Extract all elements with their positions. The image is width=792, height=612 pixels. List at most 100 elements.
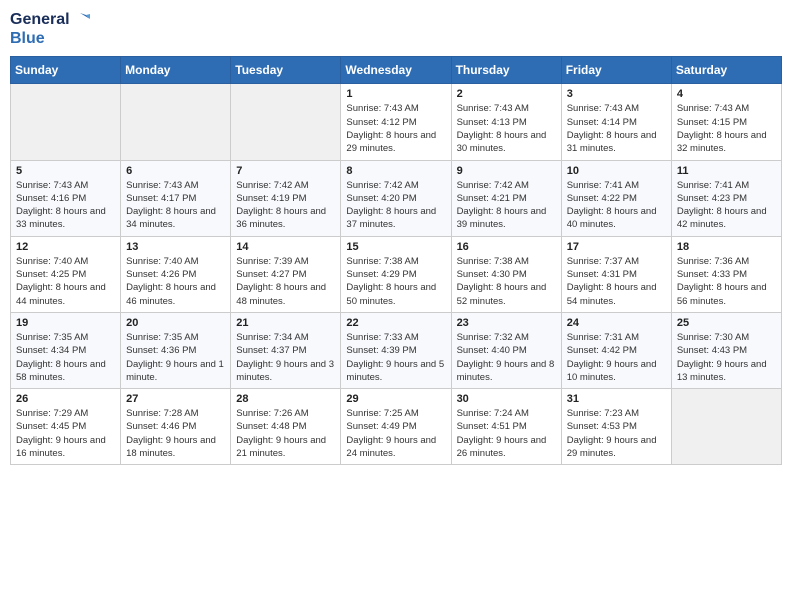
day-number: 20 (126, 317, 225, 329)
logo: General Blue (10, 10, 94, 48)
day-info: Sunrise: 7:32 AM Sunset: 4:40 PM Dayligh… (457, 331, 556, 384)
day-info: Sunrise: 7:40 AM Sunset: 4:25 PM Dayligh… (16, 255, 115, 308)
calendar-cell: 28Sunrise: 7:26 AM Sunset: 4:48 PM Dayli… (231, 389, 341, 465)
day-info: Sunrise: 7:42 AM Sunset: 4:19 PM Dayligh… (236, 179, 335, 232)
day-number: 19 (16, 317, 115, 329)
calendar-week-row: 19 Sunrise: 7:35 AM Sunset: 4:34 PM Dayli… (11, 312, 782, 388)
calendar-week-row: 12Sunrise: 7:40 AM Sunset: 4:25 PM Dayli… (11, 236, 782, 312)
weekday-header: Saturday (671, 57, 781, 84)
logo-text: General Blue (10, 10, 94, 48)
day-info: Sunrise: 7:24 AM Sunset: 4:51 PM Dayligh… (457, 407, 556, 460)
day-info: Sunrise: 7:30 AM Sunset: 4:43 PM Dayligh… (677, 331, 776, 384)
day-info: Sunrise: 7:29 AM Sunset: 4:45 PM Dayligh… (16, 407, 115, 460)
calendar-cell: 20 Sunrise: 7:35 AM Sunset: 4:36 PM Dayli… (121, 312, 231, 388)
calendar-week-row: 26 Sunrise: 7:29 AM Sunset: 4:45 PM Dayli… (11, 389, 782, 465)
weekday-header-row: SundayMondayTuesdayWednesdayThursdayFrid… (11, 57, 782, 84)
day-number: 31 (567, 393, 666, 405)
calendar-cell (11, 84, 121, 160)
day-number: 27 (126, 393, 225, 405)
calendar-cell (231, 84, 341, 160)
day-number: 30 (457, 393, 556, 405)
day-number: 3 (567, 88, 666, 100)
day-number: 21 (236, 317, 335, 329)
day-number: 14 (236, 241, 335, 253)
calendar-cell: 10 Sunrise: 7:41 AM Sunset: 4:22 PM Dayli… (561, 160, 671, 236)
calendar-cell: 12Sunrise: 7:40 AM Sunset: 4:25 PM Dayli… (11, 236, 121, 312)
calendar-cell: 8Sunrise: 7:42 AM Sunset: 4:20 PM Daylig… (341, 160, 451, 236)
day-number: 6 (126, 165, 225, 177)
day-info: Sunrise: 7:35 AM Sunset: 4:34 PM Dayligh… (16, 331, 115, 384)
calendar-cell: 18 Sunrise: 7:36 AM Sunset: 4:33 PM Dayli… (671, 236, 781, 312)
day-info: Sunrise: 7:28 AM Sunset: 4:46 PM Dayligh… (126, 407, 225, 460)
day-info: Sunrise: 7:43 AM Sunset: 4:14 PM Dayligh… (567, 102, 666, 155)
calendar-cell (121, 84, 231, 160)
calendar-cell: 9 Sunrise: 7:42 AM Sunset: 4:21 PM Daylig… (451, 160, 561, 236)
day-info: Sunrise: 7:43 AM Sunset: 4:17 PM Dayligh… (126, 179, 225, 232)
day-number: 4 (677, 88, 776, 100)
day-number: 15 (346, 241, 445, 253)
weekday-header: Monday (121, 57, 231, 84)
day-info: Sunrise: 7:31 AM Sunset: 4:42 PM Dayligh… (567, 331, 666, 384)
calendar-cell: 11 Sunrise: 7:41 AM Sunset: 4:23 PM Dayli… (671, 160, 781, 236)
day-number: 18 (677, 241, 776, 253)
calendar-cell: 7 Sunrise: 7:42 AM Sunset: 4:19 PM Daylig… (231, 160, 341, 236)
day-info: Sunrise: 7:42 AM Sunset: 4:21 PM Dayligh… (457, 179, 556, 232)
calendar-cell: 3 Sunrise: 7:43 AM Sunset: 4:14 PM Daylig… (561, 84, 671, 160)
day-number: 17 (567, 241, 666, 253)
day-info: Sunrise: 7:39 AM Sunset: 4:27 PM Dayligh… (236, 255, 335, 308)
calendar-cell: 5 Sunrise: 7:43 AM Sunset: 4:16 PM Daylig… (11, 160, 121, 236)
calendar-cell: 16 Sunrise: 7:38 AM Sunset: 4:30 PM Dayli… (451, 236, 561, 312)
day-number: 7 (236, 165, 335, 177)
day-info: Sunrise: 7:43 AM Sunset: 4:13 PM Dayligh… (457, 102, 556, 155)
day-number: 25 (677, 317, 776, 329)
weekday-header: Wednesday (341, 57, 451, 84)
day-info: Sunrise: 7:41 AM Sunset: 4:22 PM Dayligh… (567, 179, 666, 232)
calendar-cell: 14 Sunrise: 7:39 AM Sunset: 4:27 PM Dayli… (231, 236, 341, 312)
day-number: 16 (457, 241, 556, 253)
calendar-table: SundayMondayTuesdayWednesdayThursdayFrid… (10, 56, 782, 465)
day-info: Sunrise: 7:43 AM Sunset: 4:12 PM Dayligh… (346, 102, 445, 155)
day-number: 26 (16, 393, 115, 405)
day-info: Sunrise: 7:36 AM Sunset: 4:33 PM Dayligh… (677, 255, 776, 308)
calendar-cell: 22 Sunrise: 7:33 AM Sunset: 4:39 PM Dayli… (341, 312, 451, 388)
weekday-header: Tuesday (231, 57, 341, 84)
day-info: Sunrise: 7:41 AM Sunset: 4:23 PM Dayligh… (677, 179, 776, 232)
page-header: General Blue (10, 10, 782, 48)
day-number: 9 (457, 165, 556, 177)
day-number: 1 (346, 88, 445, 100)
calendar-cell: 13Sunrise: 7:40 AM Sunset: 4:26 PM Dayli… (121, 236, 231, 312)
logo-bird-icon (72, 11, 94, 29)
calendar-cell: 15Sunrise: 7:38 AM Sunset: 4:29 PM Dayli… (341, 236, 451, 312)
day-info: Sunrise: 7:43 AM Sunset: 4:16 PM Dayligh… (16, 179, 115, 232)
calendar-week-row: 1 Sunrise: 7:43 AM Sunset: 4:12 PM Daylig… (11, 84, 782, 160)
calendar-cell: 27 Sunrise: 7:28 AM Sunset: 4:46 PM Dayli… (121, 389, 231, 465)
calendar-cell: 26 Sunrise: 7:29 AM Sunset: 4:45 PM Dayli… (11, 389, 121, 465)
calendar-cell: 19 Sunrise: 7:35 AM Sunset: 4:34 PM Dayli… (11, 312, 121, 388)
day-info: Sunrise: 7:34 AM Sunset: 4:37 PM Dayligh… (236, 331, 335, 384)
calendar-cell: 31Sunrise: 7:23 AM Sunset: 4:53 PM Dayli… (561, 389, 671, 465)
calendar-cell: 6 Sunrise: 7:43 AM Sunset: 4:17 PM Daylig… (121, 160, 231, 236)
day-number: 10 (567, 165, 666, 177)
calendar-cell: 1 Sunrise: 7:43 AM Sunset: 4:12 PM Daylig… (341, 84, 451, 160)
day-number: 23 (457, 317, 556, 329)
day-info: Sunrise: 7:26 AM Sunset: 4:48 PM Dayligh… (236, 407, 335, 460)
day-number: 11 (677, 165, 776, 177)
calendar-cell: 25 Sunrise: 7:30 AM Sunset: 4:43 PM Dayli… (671, 312, 781, 388)
weekday-header: Sunday (11, 57, 121, 84)
calendar-cell: 24Sunrise: 7:31 AM Sunset: 4:42 PM Dayli… (561, 312, 671, 388)
calendar-cell: 2 Sunrise: 7:43 AM Sunset: 4:13 PM Daylig… (451, 84, 561, 160)
day-number: 5 (16, 165, 115, 177)
day-number: 22 (346, 317, 445, 329)
day-info: Sunrise: 7:33 AM Sunset: 4:39 PM Dayligh… (346, 331, 445, 384)
day-info: Sunrise: 7:35 AM Sunset: 4:36 PM Dayligh… (126, 331, 225, 384)
day-number: 29 (346, 393, 445, 405)
calendar-cell: 21 Sunrise: 7:34 AM Sunset: 4:37 PM Dayli… (231, 312, 341, 388)
day-info: Sunrise: 7:40 AM Sunset: 4:26 PM Dayligh… (126, 255, 225, 308)
calendar-cell: 29Sunrise: 7:25 AM Sunset: 4:49 PM Dayli… (341, 389, 451, 465)
calendar-cell: 17Sunrise: 7:37 AM Sunset: 4:31 PM Dayli… (561, 236, 671, 312)
day-number: 8 (346, 165, 445, 177)
calendar-cell: 30 Sunrise: 7:24 AM Sunset: 4:51 PM Dayli… (451, 389, 561, 465)
calendar-cell: 4Sunrise: 7:43 AM Sunset: 4:15 PM Daylig… (671, 84, 781, 160)
day-number: 2 (457, 88, 556, 100)
day-info: Sunrise: 7:38 AM Sunset: 4:30 PM Dayligh… (457, 255, 556, 308)
